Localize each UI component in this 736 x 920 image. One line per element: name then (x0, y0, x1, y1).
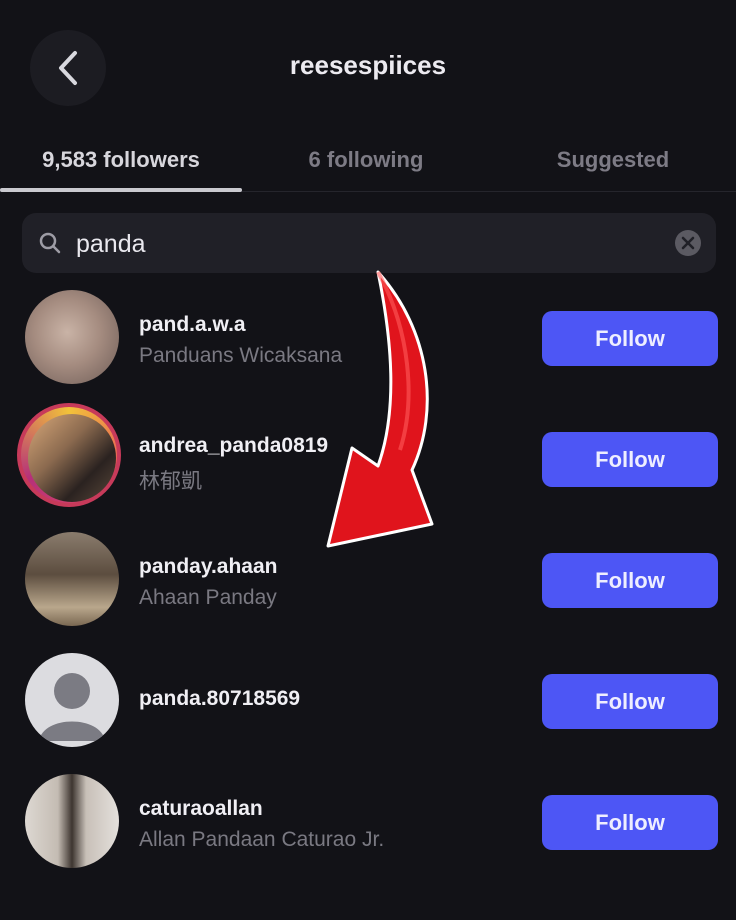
follow-button[interactable]: Follow (542, 311, 718, 366)
search-input[interactable] (74, 223, 638, 265)
red-arrow-annotation (326, 270, 434, 548)
list-item[interactable]: caturaoallan Allan Pandaan Caturao Jr. F… (0, 762, 736, 883)
follow-button[interactable]: Follow (542, 795, 718, 850)
search-bar (22, 213, 716, 273)
active-tab-indicator (0, 188, 242, 192)
full-name: Ahaan Panday (139, 586, 277, 609)
tab-followers[interactable]: 9,583 followers (0, 140, 242, 180)
page-title: reesespiices (289, 50, 447, 80)
username[interactable]: andrea_panda0819 (139, 434, 328, 458)
full-name: Allan Pandaan Caturao Jr. (139, 828, 385, 851)
follow-button[interactable]: Follow (542, 674, 718, 729)
username[interactable]: pand.a.w.a (139, 313, 246, 337)
follow-button[interactable]: Follow (542, 432, 718, 487)
avatar[interactable] (25, 532, 119, 626)
avatar[interactable] (25, 774, 119, 868)
avatar[interactable] (25, 290, 119, 384)
tab-following[interactable]: 6 following (245, 140, 487, 180)
username[interactable]: panday.ahaan (139, 555, 278, 579)
clear-search-icon[interactable] (674, 229, 702, 257)
person-icon (39, 673, 105, 741)
username[interactable]: caturaoallan (139, 797, 263, 821)
tab-suggested[interactable]: Suggested (490, 140, 736, 180)
avatar[interactable] (28, 414, 116, 502)
default-avatar[interactable] (25, 653, 119, 747)
list-item[interactable]: panda.80718569 Follow (0, 641, 736, 762)
username[interactable]: panda.80718569 (139, 687, 300, 711)
search-icon (39, 232, 61, 254)
follow-button[interactable]: Follow (542, 553, 718, 608)
full-name: 林郁凱 (139, 470, 202, 493)
full-name: Panduans Wicaksana (139, 344, 343, 367)
header: reesespiices (0, 0, 736, 130)
